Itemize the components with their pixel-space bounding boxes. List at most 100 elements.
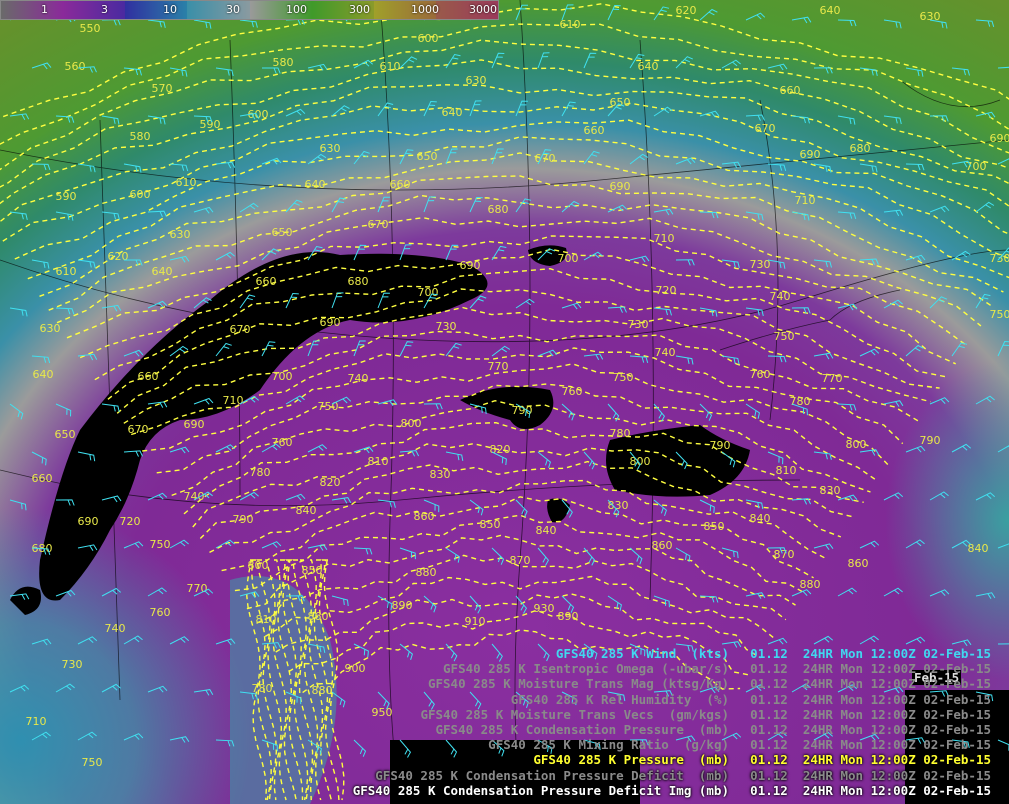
legend-layer-name: GFS40 285 K Rel Humidity (%) xyxy=(510,691,729,707)
isobar-label: 880 xyxy=(416,566,437,579)
isobar-label: 660 xyxy=(138,370,159,383)
isobar-label: 630 xyxy=(40,322,61,335)
legend-layer-time: 01.12 24HR Mon 12:00Z 02-Feb-15 xyxy=(750,752,991,768)
isobar-label: 690 xyxy=(320,316,341,329)
legend-entry[interactable]: GFS40 285 K Moisture Trans Mag (ktsg/Kg)… xyxy=(353,676,991,691)
legend-layer-name: GFS40 285 K Isentropic Omega (-ubar/s) xyxy=(443,661,729,677)
legend-entry[interactable]: GFS40 285 K Condensation Pressure (mb) 01… xyxy=(353,721,992,737)
isobar-label: 830 xyxy=(430,468,451,481)
colorbar-label: 3000 xyxy=(469,3,497,16)
legend-layer-time: 01.12 24HR Mon 12:00Z 02-Feb-15 xyxy=(750,737,991,753)
isobar-label: 650 xyxy=(55,428,76,441)
isobar-label: 650 xyxy=(610,96,631,109)
legend-entry[interactable]: GFS40 285 K Pressure (mb) 01.12 24HR Mon … xyxy=(353,752,991,767)
legend-layer-time: 01.12 24HR Mon 12:00Z 02-Feb-15 xyxy=(750,782,991,798)
isobar-label: 630 xyxy=(170,228,191,241)
isobar-label: 660 xyxy=(780,84,801,97)
isobar-label: 670 xyxy=(755,122,776,135)
isobar-label: 700 xyxy=(272,370,293,383)
colorbar-label: 1 xyxy=(41,3,48,16)
isobar-label: 590 xyxy=(56,190,77,203)
colorbar-label: 30 xyxy=(226,3,240,16)
isobar-label: 610 xyxy=(176,176,197,189)
legend-layer-time: 01.12 24HR Mon 12:00Z 02-Feb-15 xyxy=(750,721,991,737)
isobar-label: 700 xyxy=(558,252,579,265)
isobar-label: 690 xyxy=(78,515,99,528)
isobar-label: 750 xyxy=(774,330,795,343)
isobar-label: 820 xyxy=(320,476,341,489)
legend-layer-name: GFS40 285 K Condensation Pressure Defici… xyxy=(352,782,729,798)
legend-entry[interactable]: GFS40 285 K Condensation Pressure Defici… xyxy=(353,768,991,783)
isobar-label: 670 xyxy=(230,323,251,336)
legend-entry[interactable]: GFS40 285 K Rel Humidity (%) 01.12 24HR M… xyxy=(353,692,991,707)
isobar-label: 750 xyxy=(82,756,103,769)
isobar-label: 740 xyxy=(348,372,369,385)
isobar-label: 550 xyxy=(80,22,101,35)
isobar-label: 600 xyxy=(130,188,151,201)
isobar-label: 650 xyxy=(272,226,293,239)
isobar-label: 810 xyxy=(776,464,797,477)
isobar-label: 690 xyxy=(610,180,631,193)
legend-layer-time: 01.12 24HR Mon 12:00Z 02-Feb-15 xyxy=(750,661,991,677)
isobar-label: 710 xyxy=(223,394,244,407)
isobar-label: 610 xyxy=(56,265,77,278)
isobar-label: 740 xyxy=(770,290,791,303)
isobar-label: 660 xyxy=(390,178,411,191)
isobar-label: 640 xyxy=(305,178,326,191)
isobar-label: 680 xyxy=(488,203,509,216)
legend-entry[interactable]: GFS40 285 K Moisture Trans Vecs (gm/kgs)… xyxy=(353,707,991,722)
isobar-label: 580 xyxy=(273,56,294,69)
isobar-label: 800 xyxy=(630,455,651,468)
isobar-label: 840 xyxy=(536,524,557,537)
layer-legend: GFS40 285 K Wind (kts) 01.12 24HR Mon 12:… xyxy=(353,646,991,798)
isobar-label: 810 xyxy=(368,455,389,468)
isobar-label: 770 xyxy=(822,372,843,385)
colorbar: 1 3 10 30 100 300 1000 3000 xyxy=(0,0,499,20)
map-display[interactable]: 550 560 570 580 580 590 590 600 600 600 610 610 610 6… xyxy=(0,0,1009,804)
isobar-label: 630 xyxy=(466,74,487,87)
isobar-label: 780 xyxy=(790,395,811,408)
isobar-label: 730 xyxy=(628,318,649,331)
isobar-label: 860 xyxy=(414,510,435,523)
isobar-label: 930 xyxy=(534,602,555,615)
isobar-label: 690 xyxy=(460,259,481,272)
isobar-label: 840 xyxy=(750,512,771,525)
isobar-label: 700 xyxy=(418,286,439,299)
isobar-label: 760 xyxy=(562,385,583,398)
isobar-label: 680 xyxy=(348,275,369,288)
legend-layer-time: 01.12 24HR Mon 12:00Z 02-Feb-15 xyxy=(750,645,991,661)
legend-entry[interactable]: GFS40 285 K Mixing Ratio (g/kg) 01.12 24H… xyxy=(353,737,991,752)
isobar-label: 660 xyxy=(584,124,605,137)
isobar-label: 860 xyxy=(308,610,329,623)
isobar-label: 750 xyxy=(150,538,171,551)
isobar-label: 660 xyxy=(256,275,277,288)
legend-layer-name: GFS40 285 K Pressure (mb) xyxy=(533,752,729,768)
isobar-label: 730 xyxy=(750,258,771,271)
isobar-label: 830 xyxy=(608,499,629,512)
legend-entry[interactable]: GFS40 285 K Condensation Pressure Defici… xyxy=(353,783,991,798)
isobar-label: 560 xyxy=(65,60,86,73)
isobar-label: 780 xyxy=(610,427,631,440)
isobar-label: 650 xyxy=(417,150,438,163)
isobar-label: 640 xyxy=(33,368,54,381)
isobar-label: 800 xyxy=(248,559,269,572)
isobar-label: 730 xyxy=(436,320,457,333)
isobar-label: 760 xyxy=(750,368,771,381)
colorbar-segment xyxy=(1,1,64,19)
legend-entry[interactable]: GFS40 285 K Isentropic Omega (-ubar/s) 01… xyxy=(353,661,991,676)
isobar-label: 620 xyxy=(108,250,129,263)
isobar-label: 890 xyxy=(558,610,579,623)
colorbar-label: 300 xyxy=(349,3,370,16)
isobar-label: 630 xyxy=(320,142,341,155)
isobar-label: 620 xyxy=(676,4,697,17)
isobar-label: 850 xyxy=(480,518,501,531)
colorbar-label: 3 xyxy=(101,3,108,16)
isobar-label: 830 xyxy=(820,484,841,497)
isobar-label: 600 xyxy=(418,32,439,45)
isobar-label: 610 xyxy=(560,18,581,31)
isobar-label: 860 xyxy=(848,557,869,570)
legend-entry[interactable]: GFS40 285 K Wind (kts) 01.12 24HR Mon 12:… xyxy=(353,646,991,661)
isobar-label: 720 xyxy=(120,515,141,528)
isobar-label: 640 xyxy=(820,4,841,17)
legend-layer-time: 01.12 24HR Mon 12:00Z 02-Feb-15 xyxy=(750,676,991,692)
